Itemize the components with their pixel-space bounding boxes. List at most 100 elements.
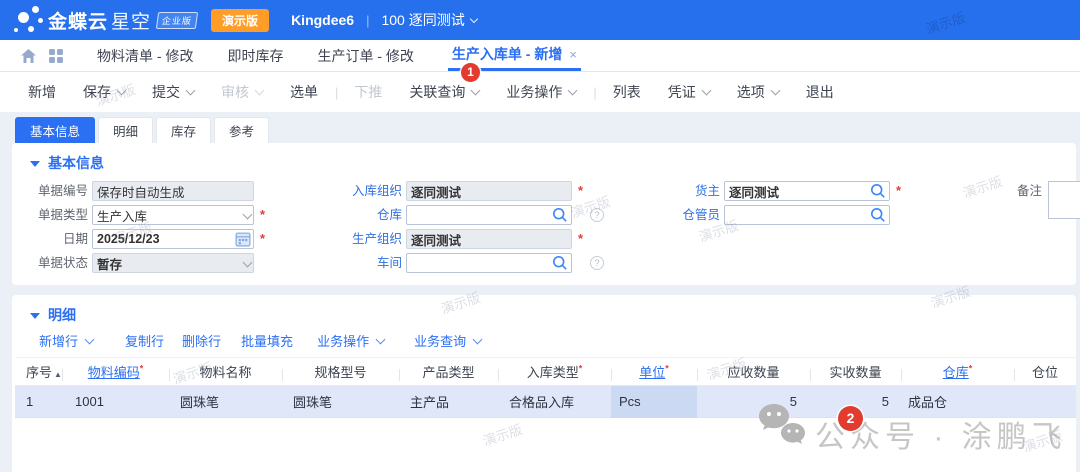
- new-button[interactable]: 新增: [28, 82, 56, 102]
- chevron-down-icon[interactable]: [469, 14, 477, 22]
- col-header-qty-actual[interactable]: 实收数量: [810, 362, 901, 381]
- home-icon[interactable]: [20, 48, 37, 64]
- basic-info-section-header[interactable]: 基本信息: [12, 143, 1076, 173]
- tab-instant-inventory[interactable]: 即时库存: [227, 40, 283, 71]
- copy-row-button[interactable]: 复制行: [125, 331, 164, 350]
- help-icon[interactable]: ?: [590, 208, 604, 222]
- cell-seq[interactable]: 1: [15, 394, 62, 409]
- keeper-label[interactable]: 仓管员: [642, 205, 720, 225]
- search-icon[interactable]: [552, 255, 568, 271]
- brand-title: 金蝶云 星空 企业版: [48, 7, 197, 34]
- basic-info-section: 基本信息 单据编号 单据类型 * 日期 * 单据状态 入库组织 * 仓库 ? 生…: [12, 143, 1076, 285]
- product-name: Kingdee6: [291, 12, 354, 28]
- search-icon[interactable]: [552, 207, 568, 223]
- col-header-qty-due[interactable]: 应收数量: [697, 362, 810, 381]
- col-header-material-code[interactable]: 物料编码*: [62, 362, 169, 381]
- chevron-down-icon: [117, 86, 127, 96]
- cell-warehouse[interactable]: 成品仓: [901, 392, 1014, 411]
- calendar-icon[interactable]: [235, 231, 251, 247]
- delete-row-button[interactable]: 删除行: [182, 331, 221, 350]
- toolbar-divider: |: [593, 85, 596, 100]
- voucher-button[interactable]: 凭证: [668, 82, 710, 102]
- col-header-unit[interactable]: 单位*: [611, 362, 697, 381]
- owner-field[interactable]: [724, 181, 890, 201]
- cell-product-type[interactable]: 主产品: [399, 392, 498, 411]
- keeper-field[interactable]: [724, 205, 890, 225]
- cell-material-name[interactable]: 圆珠笔: [169, 392, 282, 411]
- section-tabs: 基本信息 明细 库存 参考: [15, 117, 272, 143]
- required-mark: *: [578, 229, 583, 249]
- business-operation-button[interactable]: 业务操作: [506, 82, 576, 102]
- chevron-down-icon: [473, 334, 483, 344]
- add-row-button[interactable]: 新增行: [39, 331, 93, 350]
- col-header-inbound-type[interactable]: 入库类型*: [498, 362, 611, 381]
- required-mark: *: [896, 181, 901, 201]
- chevron-down-icon: [770, 86, 780, 96]
- chevron-down-icon: [186, 86, 196, 96]
- bill-no-label: 单据编号: [20, 181, 88, 201]
- stock-org-label[interactable]: 入库组织: [312, 181, 402, 201]
- search-icon[interactable]: [870, 183, 886, 199]
- bill-no-field: [92, 181, 254, 201]
- tab-material-list[interactable]: 物料清单 - 修改: [97, 40, 193, 71]
- owner-label[interactable]: 货主: [642, 181, 720, 201]
- warehouse-field[interactable]: [406, 205, 572, 225]
- app-grid-icon[interactable]: [49, 49, 63, 63]
- tab-reference[interactable]: 参考: [214, 117, 269, 143]
- col-header-material-name[interactable]: 物料名称: [169, 362, 282, 381]
- detail-business-query-button[interactable]: 业务查询: [414, 331, 481, 350]
- options-button[interactable]: 选项: [737, 82, 779, 102]
- select-bill-button[interactable]: 选单: [290, 82, 318, 102]
- col-header-warehouse[interactable]: 仓库*: [901, 362, 1014, 381]
- organization-switcher[interactable]: 100 逐同测试: [381, 10, 464, 30]
- workshop-label[interactable]: 车间: [312, 253, 402, 273]
- notification-badge-1: 1: [461, 63, 480, 82]
- workshop-field[interactable]: [406, 253, 572, 273]
- batch-fill-button[interactable]: 批量填充: [241, 331, 293, 350]
- required-mark: *: [969, 364, 973, 374]
- related-query-button[interactable]: 关联查询: [409, 82, 479, 102]
- submit-button[interactable]: 提交: [152, 82, 194, 102]
- bill-type-select[interactable]: [92, 205, 254, 225]
- close-icon[interactable]: ×: [569, 47, 577, 62]
- list-button[interactable]: 列表: [613, 82, 641, 102]
- cell-unit[interactable]: Pcs: [611, 386, 697, 418]
- collapse-triangle-icon: [30, 313, 40, 319]
- bill-type-label: 单据类型: [20, 205, 88, 225]
- edition-badge: 企业版: [156, 12, 198, 29]
- warehouse-label[interactable]: 仓库: [312, 205, 402, 225]
- stock-org-field: [406, 181, 572, 201]
- detail-section-header[interactable]: 明细: [12, 295, 1076, 325]
- cell-spec-model[interactable]: 圆珠笔: [282, 392, 399, 411]
- chevron-down-icon: [376, 334, 386, 344]
- tab-basic-info[interactable]: 基本信息: [15, 117, 95, 143]
- exit-button[interactable]: 退出: [806, 82, 834, 102]
- table-row[interactable]: 1 1001 圆珠笔 圆珠笔 主产品 合格品入库 Pcs 5 5 成品仓: [15, 386, 1076, 418]
- cell-material-code[interactable]: 1001: [62, 394, 169, 409]
- top-bar: 金蝶云 星空 企业版 演示版 Kingdee6 | 100 逐同测试: [0, 0, 1080, 40]
- chevron-down-icon: [701, 86, 711, 96]
- col-header-product-type[interactable]: 产品类型: [399, 362, 498, 381]
- tab-stock[interactable]: 库存: [156, 117, 211, 143]
- col-header-location[interactable]: 仓位: [1014, 362, 1076, 381]
- help-icon[interactable]: ?: [590, 256, 604, 270]
- cell-inbound-type[interactable]: 合格品入库: [498, 392, 611, 411]
- prod-org-label[interactable]: 生产组织: [312, 229, 402, 249]
- kingdee-cloud-window: 金蝶云 星空 企业版 演示版 Kingdee6 | 100 逐同测试 物料清单 …: [0, 0, 1080, 472]
- kingdee-logo-icon: [8, 2, 46, 38]
- detail-business-operation-button[interactable]: 业务操作: [317, 331, 384, 350]
- col-header-spec-model[interactable]: 规格型号: [282, 362, 399, 381]
- search-icon[interactable]: [870, 207, 886, 223]
- push-down-button: 下推: [354, 82, 382, 102]
- remark-field[interactable]: [1048, 181, 1080, 219]
- col-header-seq[interactable]: 序号▲: [15, 362, 62, 381]
- tab-production-order[interactable]: 生产订单 - 修改: [317, 40, 413, 71]
- chevron-down-icon: [471, 86, 481, 96]
- date-field[interactable]: [92, 229, 254, 249]
- grid-header-row: 序号▲ 物料编码* 物料名称 规格型号 产品类型 入库类型* 单位* 应收数量 …: [15, 357, 1076, 386]
- open-tabs-bar: 物料清单 - 修改 即时库存 生产订单 - 修改 生产入库单 - 新增 ×: [0, 40, 1080, 72]
- required-mark: *: [665, 364, 669, 374]
- tab-detail[interactable]: 明细: [98, 117, 153, 143]
- detail-grid: 序号▲ 物料编码* 物料名称 规格型号 产品类型 入库类型* 单位* 应收数量 …: [15, 357, 1076, 418]
- save-button[interactable]: 保存: [83, 82, 125, 102]
